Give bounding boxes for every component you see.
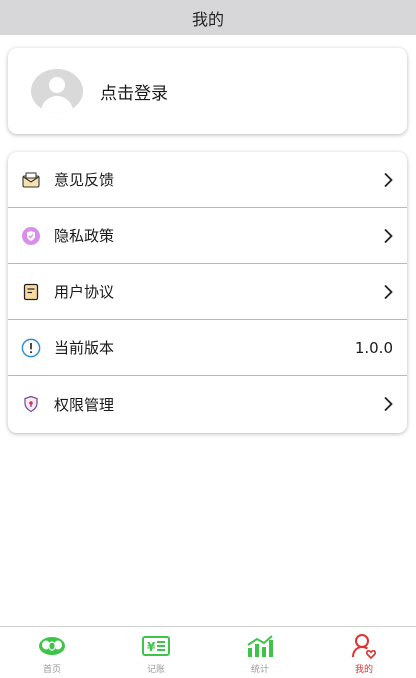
menu-item-agreement[interactable]: 用户协议	[8, 264, 407, 320]
menu-label: 意见反馈	[54, 171, 115, 189]
tab-label: 统计	[250, 665, 269, 675]
chevron-right-icon	[384, 284, 393, 299]
privacy-shield-icon	[21, 226, 41, 246]
settings-menu: 意见反馈 隐私政策 用户协议 当前版本 1.0.0 权限管理	[8, 152, 407, 433]
avatar-placeholder-icon	[31, 69, 83, 113]
tab-home[interactable]: 首页	[0, 627, 104, 678]
menu-item-privacy[interactable]: 隐私政策	[8, 208, 407, 264]
top-bar: 我的	[0, 0, 416, 35]
menu-item-version: 当前版本 1.0.0	[8, 320, 407, 376]
menu-label: 隐私政策	[54, 227, 115, 245]
tab-label: 我的	[354, 665, 373, 675]
login-label[interactable]: 点击登录	[100, 79, 168, 104]
bookkeeping-icon: ¥	[140, 632, 172, 660]
chevron-right-icon	[384, 228, 393, 243]
tab-statistics[interactable]: 统计	[208, 627, 312, 678]
feedback-mail-icon	[21, 170, 41, 190]
stats-chart-icon	[244, 632, 276, 660]
page-title: 我的	[191, 9, 224, 29]
login-card[interactable]: 点击登录	[8, 48, 407, 134]
tab-label: 记账	[146, 665, 165, 675]
home-coins-icon	[36, 632, 68, 660]
menu-item-feedback[interactable]: 意见反馈	[8, 152, 407, 208]
version-value: 1.0.0	[354, 338, 393, 357]
tab-bookkeeping[interactable]: ¥ 记账	[104, 627, 208, 678]
permission-shield-icon	[21, 394, 41, 414]
document-icon	[21, 282, 41, 302]
chevron-right-icon	[384, 396, 393, 412]
tab-profile[interactable]: 我的	[312, 627, 416, 678]
tab-label: 首页	[42, 665, 61, 675]
menu-label: 用户协议	[54, 283, 115, 301]
menu-item-permissions[interactable]: 权限管理	[8, 376, 407, 432]
info-icon	[21, 338, 41, 358]
svg-text:¥: ¥	[147, 640, 156, 654]
chevron-right-icon	[384, 172, 393, 187]
menu-label: 当前版本	[54, 339, 115, 357]
bottom-tab-bar: 首页 ¥ 记账 统计 我的	[0, 626, 416, 678]
profile-icon	[348, 632, 380, 660]
menu-label: 权限管理	[54, 395, 115, 414]
